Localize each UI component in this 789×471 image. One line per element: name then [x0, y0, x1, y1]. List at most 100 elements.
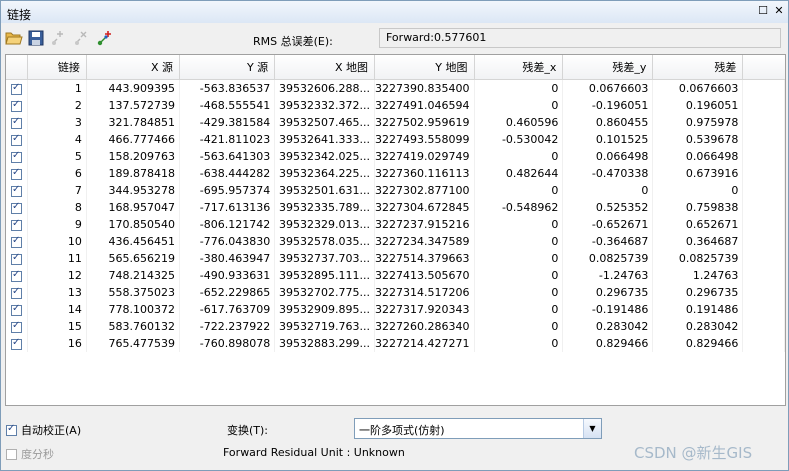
table-row[interactable]: 12748.214325-490.93363139532895.111...32… [6, 267, 785, 284]
open-icon[interactable] [4, 28, 24, 48]
column-header-link[interactable]: 链接 [27, 55, 87, 80]
row-checkbox[interactable] [11, 320, 22, 333]
row-checkbox[interactable] [11, 218, 22, 231]
table-row[interactable]: 9170.850540-806.12174239532329.013...322… [6, 216, 785, 233]
column-header-residual[interactable]: 残差 [652, 55, 744, 80]
auto-adjust-option[interactable]: 自动校正(A) [6, 422, 81, 438]
table-cell: 39532883.299... [274, 335, 376, 352]
row-checkbox-cell[interactable] [6, 284, 29, 301]
table-cell: 10 [27, 233, 87, 250]
table-row[interactable]: 8168.957047-717.61313639532335.789...322… [6, 199, 785, 216]
spacer-cell [742, 301, 785, 318]
column-header-x-map[interactable]: X 地图 [274, 55, 376, 80]
table-row[interactable]: 11565.656219-380.46394739532737.703...32… [6, 250, 785, 267]
table-cell: 565.656219 [86, 250, 180, 267]
row-checkbox[interactable] [11, 303, 22, 316]
dms-label: 度分秒 [21, 448, 54, 461]
table-cell: 39532719.763... [274, 318, 376, 335]
row-checkbox[interactable] [11, 116, 22, 129]
column-header-x-source[interactable]: X 源 [86, 55, 180, 80]
close-icon[interactable]: ✕ [773, 5, 785, 17]
row-checkbox-cell[interactable] [6, 114, 29, 131]
row-checkbox[interactable] [11, 201, 22, 214]
row-checkbox-cell[interactable] [6, 97, 29, 114]
column-header-y-map[interactable]: Y 地图 [374, 55, 475, 80]
row-checkbox[interactable] [11, 150, 22, 163]
table-row[interactable]: 13558.375023-652.22986539532702.775...32… [6, 284, 785, 301]
table-cell: -468.555541 [179, 97, 276, 114]
table-row[interactable]: 1443.909395-563.83653739532606.288...322… [6, 79, 785, 97]
table-row[interactable]: 7344.953278-695.95737439532501.631...322… [6, 182, 785, 199]
row-checkbox-cell[interactable] [6, 165, 29, 182]
spacer-cell [742, 114, 785, 131]
row-checkbox[interactable] [11, 269, 22, 282]
table-row[interactable]: 10436.456451-776.04383039532578.035...32… [6, 233, 785, 250]
table-row[interactable]: 5158.209763-563.64130339532342.025...322… [6, 148, 785, 165]
table-row[interactable]: 2137.572739-468.55554139532332.372...322… [6, 97, 785, 114]
rms-value-field: Forward:0.577601 [379, 28, 781, 48]
row-checkbox-cell[interactable] [6, 79, 29, 97]
table-row[interactable]: 6189.878418-638.44428239532364.225...322… [6, 165, 785, 182]
row-checkbox-cell[interactable] [6, 131, 29, 148]
row-checkbox-cell[interactable] [6, 216, 29, 233]
spacer-cell [742, 165, 785, 182]
table-cell: 3227302.877100 [374, 182, 475, 199]
row-checkbox[interactable] [11, 235, 22, 248]
spacer-cell [742, 284, 785, 301]
auto-adjust-checkbox[interactable] [6, 423, 17, 436]
table-cell: 0 [562, 182, 654, 199]
row-checkbox[interactable] [11, 252, 22, 265]
row-checkbox[interactable] [11, 167, 22, 180]
table-cell: 158.209763 [86, 148, 180, 165]
row-checkbox[interactable] [11, 82, 22, 95]
table-cell: 11 [27, 250, 87, 267]
row-checkbox-cell[interactable] [6, 267, 29, 284]
row-checkbox[interactable] [11, 99, 22, 112]
table-cell: 0 [474, 301, 564, 318]
delete-point-icon[interactable] [72, 28, 92, 48]
maximize-icon[interactable]: ☐ [757, 5, 769, 17]
table-cell: 3 [27, 114, 87, 131]
row-checkbox-cell[interactable] [6, 233, 29, 250]
column-header-residual-y[interactable]: 残差_y [562, 55, 654, 80]
table-cell: 3227419.029749 [374, 148, 475, 165]
row-checkbox[interactable] [11, 184, 22, 197]
row-checkbox-cell[interactable] [6, 318, 29, 335]
row-checkbox-cell[interactable] [6, 182, 29, 199]
save-icon[interactable] [26, 28, 46, 48]
add-link-icon[interactable] [95, 28, 115, 48]
table-cell: 3227317.920343 [374, 301, 475, 318]
row-checkbox-cell[interactable] [6, 250, 29, 267]
transform-select-value: 一阶多项式(仿射) [359, 424, 445, 437]
transform-select[interactable]: 一阶多项式(仿射) ▼ [354, 418, 602, 439]
row-checkbox[interactable] [11, 337, 22, 350]
table-cell: -806.121742 [179, 216, 276, 233]
row-checkbox-cell[interactable] [6, 148, 29, 165]
spacer-cell [742, 148, 785, 165]
table-cell: 3227237.915216 [374, 216, 475, 233]
table-cell: 0.539678 [652, 131, 744, 148]
table-row[interactable]: 4466.777466-421.81102339532641.333...322… [6, 131, 785, 148]
table-row[interactable]: 15583.760132-722.23792239532719.763...32… [6, 318, 785, 335]
row-checkbox[interactable] [11, 286, 22, 299]
table-row[interactable]: 16765.477539-760.89807839532883.299...32… [6, 335, 785, 352]
row-checkbox-cell[interactable] [6, 335, 29, 352]
table-cell: 6 [27, 165, 87, 182]
toolbar: RMS 总误差(E): Forward:0.577601 [1, 23, 788, 53]
row-checkbox-cell[interactable] [6, 301, 29, 318]
column-header-residual-x[interactable]: 残差_x [474, 55, 564, 80]
table-cell: -380.463947 [179, 250, 276, 267]
row-checkbox-cell[interactable] [6, 199, 29, 216]
add-point-icon[interactable] [49, 28, 69, 48]
row-checkbox[interactable] [11, 133, 22, 146]
spacer-cell [742, 335, 785, 352]
table-cell: 39532737.703... [274, 250, 376, 267]
chevron-down-icon[interactable]: ▼ [583, 419, 601, 438]
column-header-y-source[interactable]: Y 源 [179, 55, 276, 80]
table-cell: 39532364.225... [274, 165, 376, 182]
table-row[interactable]: 3321.784851-429.38158439532507.465...322… [6, 114, 785, 131]
table-cell: 0 [474, 79, 564, 97]
table-cell: -0.364687 [562, 233, 654, 250]
table-cell: 583.760132 [86, 318, 180, 335]
table-row[interactable]: 14778.100372-617.76370939532909.895...32… [6, 301, 785, 318]
